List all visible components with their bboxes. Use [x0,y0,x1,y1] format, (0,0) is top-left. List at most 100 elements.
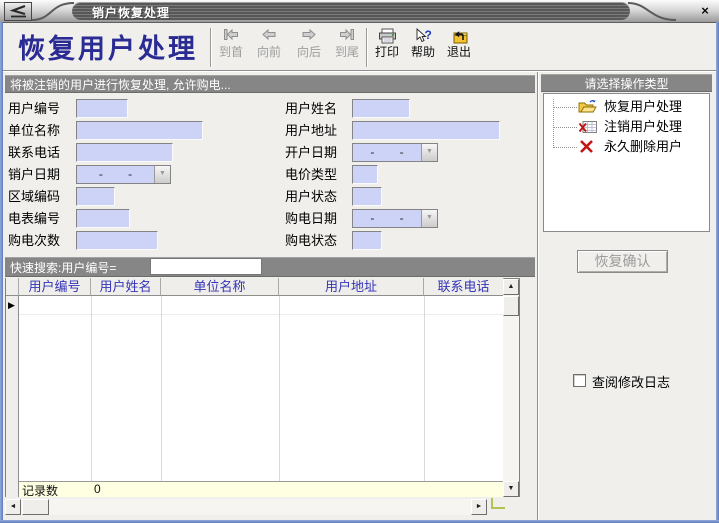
scroll-up-icon[interactable]: ▲ [503,279,519,295]
grid-resize-corner [491,498,505,509]
help-button[interactable]: ? 帮助 [404,28,442,70]
print-label: 打印 [368,46,406,59]
svg-text:?: ? [424,28,431,42]
grid-footer-row [19,481,504,497]
user-address-label: 用户地址 [285,121,337,140]
selector-header-cell [6,278,19,296]
view-log-checkbox[interactable] [573,374,586,387]
unit-name-input[interactable] [76,121,203,140]
purchase-count-label: 购电次数 [8,231,60,250]
restore-confirm-button[interactable]: 恢复确认 [577,250,668,273]
user-name-input[interactable] [352,99,410,118]
window-frame-left [0,22,3,523]
chevron-down-icon[interactable]: ▼ [421,144,437,161]
price-type-label: 电价类型 [285,165,337,184]
delete-x-icon [578,139,598,154]
quick-search-label: 快速搜索:用户编号= [10,261,116,275]
open-date-value: - - [353,144,421,161]
page-title: 恢复用户处理 [18,27,198,66]
tree-connector [553,147,577,149]
nav-next-label: 向后 [290,46,328,59]
record-count-label: 记录数 [22,482,58,499]
purchase-date-combo[interactable]: - - ▼ [352,209,438,228]
nav-last-label: 到尾 [328,46,366,59]
first-record-icon [212,28,250,45]
tree-item-restore-user[interactable]: 恢复用户处理 [604,97,682,117]
next-record-icon [290,28,328,45]
quick-search-bar: 快速搜索:用户编号= [5,257,535,277]
open-date-combo[interactable]: - - ▼ [352,143,438,162]
grid-column-line [279,296,280,497]
nav-first-label: 到首 [212,46,250,59]
cancel-user-icon [578,119,598,134]
region-code-input[interactable] [76,187,115,206]
hscroll-thumb[interactable] [22,499,49,515]
nav-prev-button[interactable]: 向前 [250,28,288,70]
price-type-input[interactable] [352,165,378,184]
col-header-user-name[interactable]: 用户姓名 [91,278,161,296]
title-bar: 销户恢复处理 × [0,0,719,23]
open-folder-icon [578,99,598,114]
scroll-right-icon[interactable]: ► [471,499,487,515]
print-button[interactable]: 打印 [368,28,406,70]
scroll-down-icon[interactable]: ▼ [503,481,519,497]
meter-id-input[interactable] [76,209,130,228]
user-status-input[interactable] [352,187,382,206]
nav-last-button[interactable]: 到尾 [328,28,366,70]
nav-next-button[interactable]: 向后 [290,28,328,70]
panel-divider [537,72,539,520]
tree-connector [553,107,577,109]
vscroll-thumb[interactable] [503,296,519,316]
current-record-icon: ▶ [8,300,15,311]
close-date-label: 销户日期 [8,165,60,184]
grid-column-line [91,296,92,497]
user-id-input[interactable] [76,99,128,118]
chevron-down-icon[interactable]: ▼ [421,210,437,227]
quick-search-input[interactable] [150,258,262,275]
toolbar-divider [0,70,719,72]
contact-phone-input[interactable] [76,143,173,162]
tree-item-cancel-user[interactable]: 注销用户处理 [604,117,682,137]
form-section-header: 将被注销的用户进行恢复处理, 允许购电... [5,75,535,93]
app-logo-icon [4,2,32,21]
nav-first-button[interactable]: 到首 [212,28,250,70]
purchase-date-value: - - [353,210,421,227]
operation-panel-header: 请选择操作类型 [541,74,712,92]
close-date-value: - - [77,166,154,183]
region-code-label: 区域编码 [8,187,60,206]
user-address-input[interactable] [352,121,500,140]
purchase-status-input[interactable] [352,231,382,250]
tree-item-delete-user[interactable]: 永久删除用户 [604,137,682,157]
chevron-down-icon[interactable]: ▼ [154,166,170,183]
user-name-label: 用户姓名 [285,99,337,118]
purchase-count-input[interactable] [76,231,158,250]
record-count-value: 0 [94,482,101,496]
col-header-address[interactable]: 用户地址 [279,278,424,296]
records-grid [5,278,520,497]
purchase-status-label: 购电状态 [285,231,337,250]
col-header-phone[interactable]: 联系电话 [424,278,504,296]
nav-prev-label: 向前 [250,46,288,59]
col-header-user-id[interactable]: 用户编号 [19,278,91,296]
contact-phone-label: 联系电话 [8,143,60,162]
record-selector-column [6,296,19,497]
exit-button[interactable]: 退出 [440,28,478,70]
app-window: 销户恢复处理 × 恢复用户处理 到首 向前 向后 [0,0,719,523]
help-cursor-icon: ? [404,28,442,45]
purchase-date-label: 购电日期 [285,209,337,228]
meter-id-label: 电表编号 [8,209,60,228]
close-date-combo[interactable]: - - ▼ [76,165,171,184]
close-icon[interactable]: × [696,2,714,20]
grid-column-line [424,296,425,497]
tree-connector [553,127,577,129]
view-log-checkbox-label: 查阅修改日志 [592,372,670,391]
help-label: 帮助 [404,46,442,59]
scroll-left-icon[interactable]: ◄ [5,499,21,515]
grid-hscrollbar[interactable] [5,499,487,515]
last-record-icon [328,28,366,45]
prev-record-icon [250,28,288,45]
col-header-unit-name[interactable]: 单位名称 [161,278,279,296]
exit-icon [440,28,478,45]
printer-icon [368,28,406,45]
open-date-label: 开户日期 [285,143,337,162]
